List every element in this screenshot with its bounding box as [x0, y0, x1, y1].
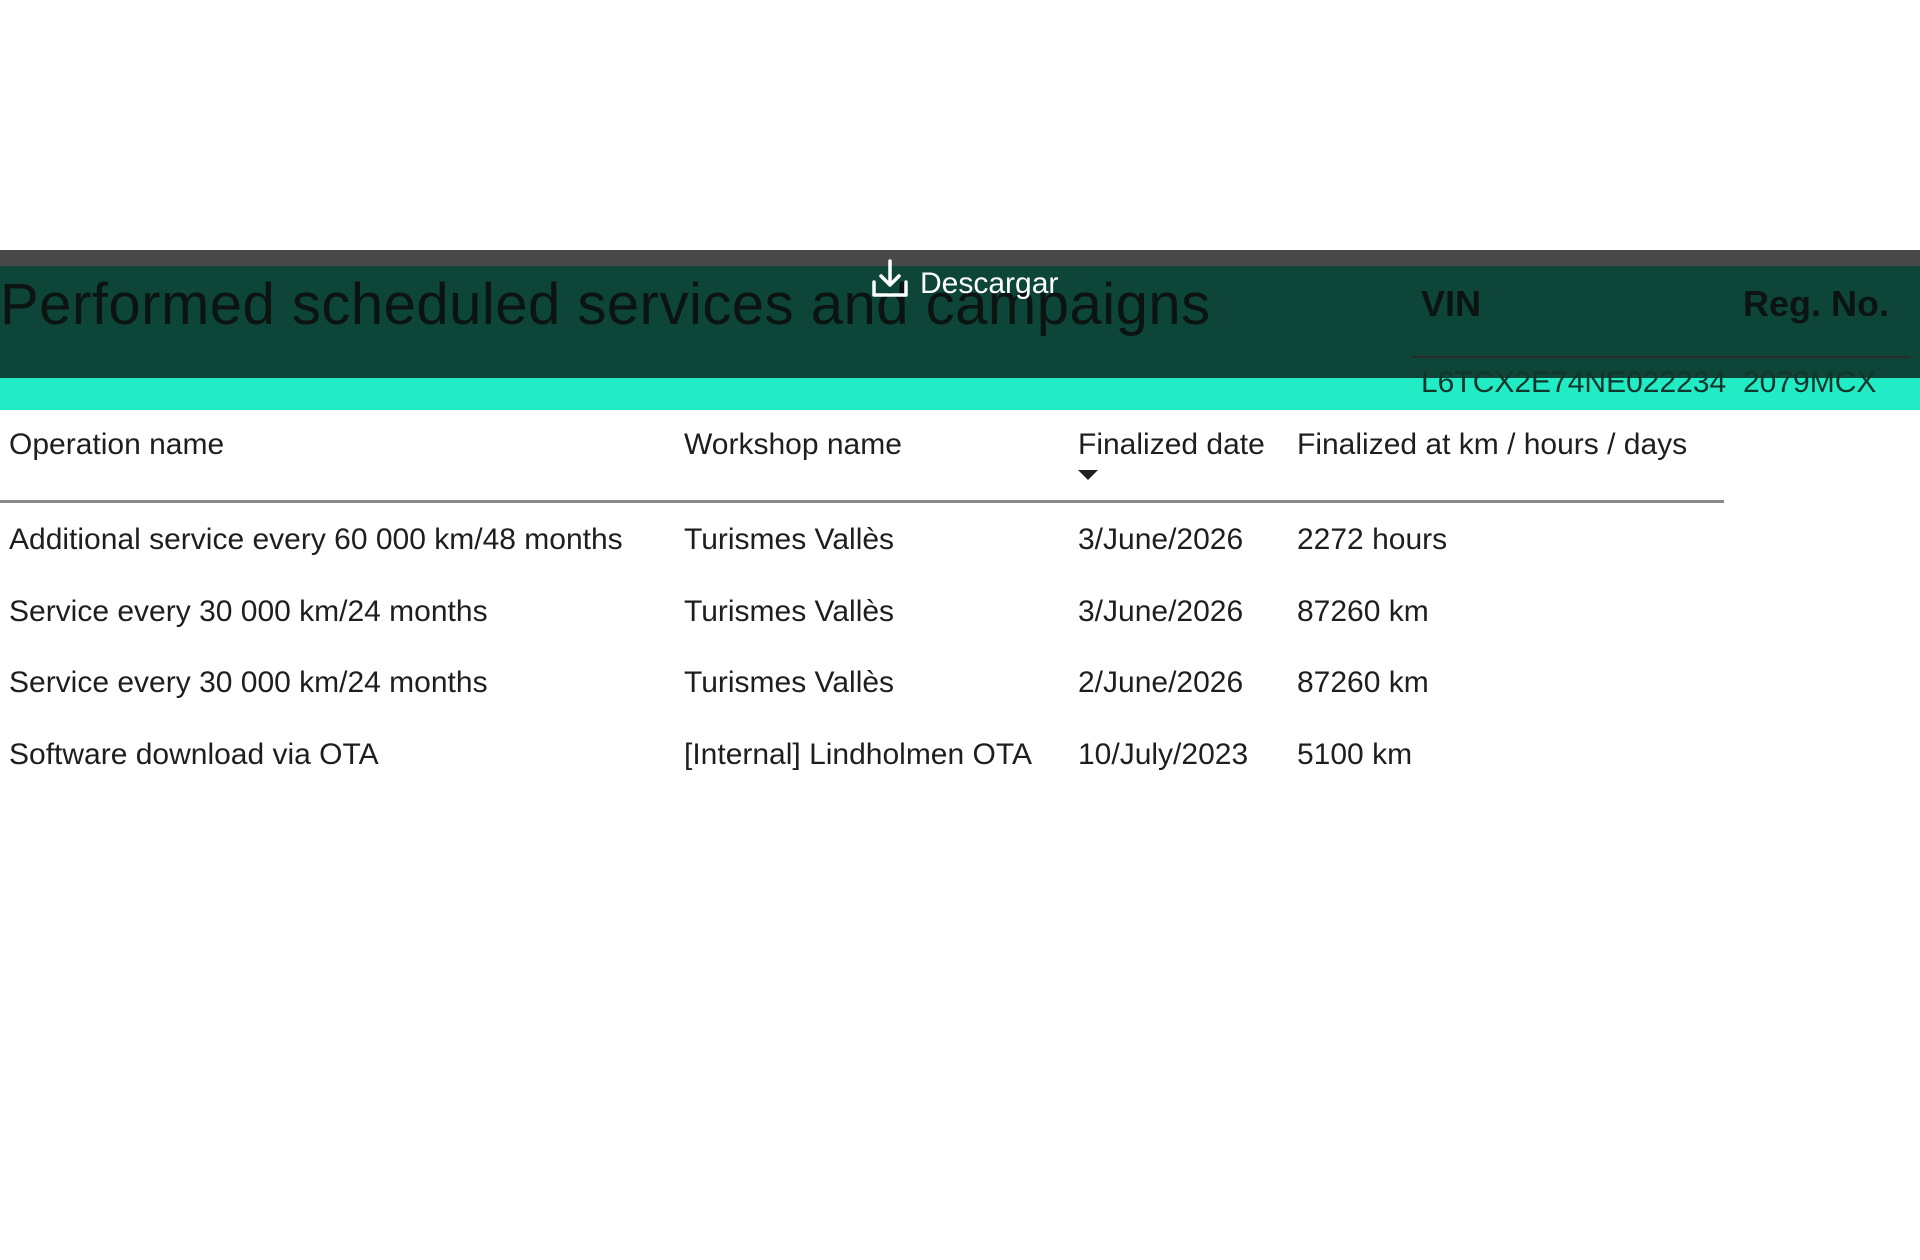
finalized-date-cell: 10/July/2023 [1078, 738, 1249, 771]
workshop-name-cell: [Internal] Lindholmen OTA [684, 738, 1032, 771]
header-divider [1412, 356, 1910, 358]
download-button[interactable]: Descargar [870, 250, 1058, 300]
finalized-at-cell: 2272 hours [1297, 523, 1448, 556]
finalized-date-cell: 2/June/2026 [1078, 666, 1244, 699]
download-label: Descargar [920, 267, 1059, 300]
column-header-operation-name[interactable]: Operation name [9, 428, 224, 462]
table-row: Service every 30 000 km/24 months Turism… [0, 663, 1724, 733]
operation-name-cell: Software download via OTA [9, 738, 379, 771]
workshop-name-cell: Turismes Vallès [684, 523, 895, 556]
sort-descending-icon[interactable] [1078, 470, 1098, 480]
finalized-at-cell: 5100 km [1297, 738, 1413, 771]
finalized-at-cell: 87260 km [1297, 595, 1429, 628]
column-header-finalized-date[interactable]: Finalized date [1078, 428, 1265, 462]
vin-label: VIN [1421, 283, 1482, 324]
finalized-date-cell: 3/June/2026 [1078, 595, 1244, 628]
vin-value: L6TCX2E74NE022234 [1421, 366, 1727, 399]
column-header-finalized-at[interactable]: Finalized at km / hours / days [1297, 428, 1687, 462]
reg-no-label: Reg. No. [1743, 283, 1890, 324]
table-row: Additional service every 60 000 km/48 mo… [0, 520, 1724, 590]
table-header-divider [0, 500, 1724, 503]
reg-no-value: 2079MCX [1743, 366, 1877, 399]
page: Performed scheduled services and campaig… [0, 0, 1920, 1260]
workshop-name-cell: Turismes Vallès [684, 666, 895, 699]
workshop-name-cell: Turismes Vallès [684, 595, 895, 628]
table-header: Operation name Workshop name Finalized d… [0, 420, 1724, 500]
table-row: Software download via OTA [Internal] Lin… [0, 735, 1724, 805]
column-header-workshop-name[interactable]: Workshop name [684, 428, 902, 462]
finalized-date-cell: 3/June/2026 [1078, 523, 1244, 556]
finalized-at-cell: 87260 km [1297, 666, 1429, 699]
download-icon [870, 258, 910, 300]
operation-name-cell: Service every 30 000 km/24 months [9, 595, 488, 628]
operation-name-cell: Service every 30 000 km/24 months [9, 666, 488, 699]
table-row: Service every 30 000 km/24 months Turism… [0, 592, 1724, 662]
operation-name-cell: Additional service every 60 000 km/48 mo… [9, 523, 623, 556]
